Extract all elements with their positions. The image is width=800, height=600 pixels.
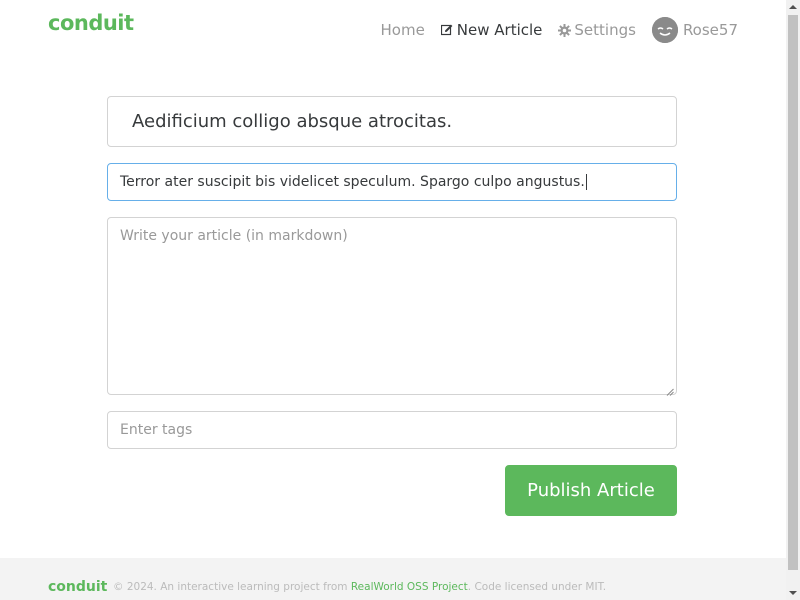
nav-links: Home New Article Settings Rose57 xyxy=(365,17,738,43)
footer-realworld-link[interactable]: RealWorld OSS Project xyxy=(351,581,468,593)
avatar xyxy=(651,17,678,43)
article-title-value: Aedificium colligo absque atrocitas. xyxy=(132,111,453,132)
publish-article-button[interactable]: Publish Article xyxy=(505,465,677,516)
footer-attribution: © 2024. An interactive learning project … xyxy=(113,581,606,593)
nav-profile[interactable]: Rose57 xyxy=(651,17,738,43)
brand-logo[interactable]: conduit xyxy=(48,11,134,35)
nav-settings-label: Settings xyxy=(574,21,636,39)
article-description-input[interactable]: Terror ater suscipit bis videlicet specu… xyxy=(107,163,677,201)
navbar: conduit Home New Article Settings Rose57 xyxy=(0,0,786,56)
nav-new-article-label: New Article xyxy=(456,21,543,39)
nav-settings[interactable]: Settings xyxy=(558,21,636,39)
text-caret xyxy=(585,174,587,190)
scrollbar-thumb[interactable] xyxy=(788,15,798,570)
footer-brand[interactable]: conduit xyxy=(48,579,107,595)
vertical-scrollbar[interactable] xyxy=(786,0,800,600)
article-tags-placeholder: Enter tags xyxy=(120,422,193,438)
footer-text-after: . Code licensed under MIT. xyxy=(467,581,607,593)
article-body-placeholder: Write your article (in markdown) xyxy=(120,228,348,244)
gear-icon xyxy=(558,23,572,37)
article-description-value: Terror ater suscipit bis videlicet specu… xyxy=(120,174,585,190)
edit-icon xyxy=(441,24,454,37)
nav-profile-label: Rose57 xyxy=(682,21,738,39)
footer: conduit © 2024. An interactive learning … xyxy=(0,558,786,600)
scroll-down-arrow-icon[interactable] xyxy=(786,586,800,600)
article-tags-input[interactable]: Enter tags xyxy=(107,411,677,449)
footer-text-before: © 2024. An interactive learning project … xyxy=(113,581,351,593)
scroll-up-arrow-icon[interactable] xyxy=(786,0,800,14)
nav-home[interactable]: Home xyxy=(381,21,425,39)
article-title-input[interactable]: Aedificium colligo absque atrocitas. xyxy=(107,96,677,147)
resize-grip-icon[interactable] xyxy=(666,384,674,396)
nav-new-article[interactable]: New Article xyxy=(441,21,543,39)
nav-home-label: Home xyxy=(380,21,425,39)
article-body-textarea[interactable]: Write your article (in markdown) xyxy=(107,217,677,396)
